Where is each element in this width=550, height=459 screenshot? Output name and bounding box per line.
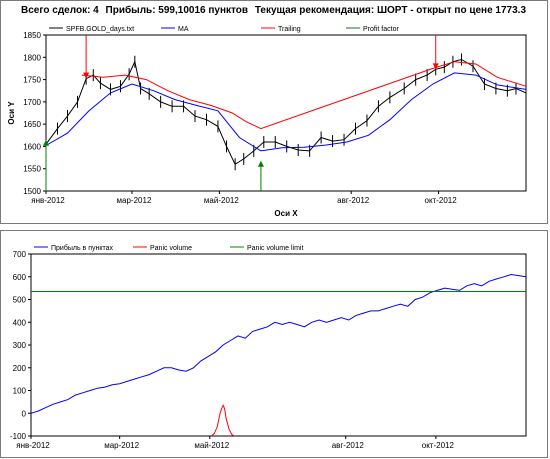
x-tick-label: май-2012: [204, 196, 239, 205]
y-tick-label: 1500: [23, 187, 41, 196]
legend-label: MA: [178, 26, 189, 33]
y-tick-label: 1650: [23, 120, 41, 129]
y-tick-label: 1800: [23, 53, 41, 62]
x-tick-label: май-2012: [194, 441, 229, 450]
y-tick-label: 1600: [23, 142, 41, 151]
y-tick-label: 300: [13, 341, 27, 350]
y-tick-label: -100: [10, 432, 27, 441]
x-tick-label: мар-2012: [104, 441, 139, 450]
price-chart-panel: Всего сделок: 4 Прибыль: 599,10016 пункт…: [0, 0, 548, 224]
x-tick-label: мар-2012: [117, 196, 152, 205]
y-tick-label: 1700: [23, 98, 41, 107]
y-tick-label: 1750: [23, 76, 41, 85]
x-tick-label: окт-2012: [425, 196, 458, 205]
plot-area: [30, 253, 527, 437]
legend-label: Panic volume limit: [247, 245, 303, 252]
y-tick-label: 400: [13, 318, 27, 327]
strategy-report-window: Всего сделок: 4 Прибыль: 599,10016 пункт…: [0, 0, 550, 458]
y-tick-label: 200: [13, 364, 27, 373]
y-tick-label: 500: [13, 296, 27, 305]
y-tick-label: 700: [13, 250, 27, 259]
y-tick-label: 100: [13, 387, 27, 396]
y-axis-title: Оси Y: [7, 101, 16, 125]
x-tick-label: авг-2012: [332, 441, 365, 450]
y-tick-label: 0: [22, 409, 27, 418]
x-tick-label: янв-2012: [16, 441, 50, 450]
x-tick-label: окт-2012: [422, 441, 455, 450]
legend-label: SPFB.GOLD_days.txt: [66, 26, 134, 33]
price-chart[interactable]: 1500 1550 1600 1650 1700 1750 1800 1850 янв-2012…: [1, 1, 549, 225]
legend-label: Profit factor: [363, 26, 399, 33]
x-tick-label: авг-2012: [337, 196, 370, 205]
x-axis-title: Оси X: [274, 209, 298, 218]
legend-label: Panic volume: [150, 245, 192, 252]
y-tick-label: 1850: [23, 31, 41, 40]
profit-chart[interactable]: -100 0 100 200 300 400 500 600 700 янв-2012 мар-20…: [1, 231, 549, 459]
profit-chart-panel: -100 0 100 200 300 400 500 600 700 янв-2012 мар-20…: [0, 230, 548, 458]
y-tick-label: 1550: [23, 165, 41, 174]
plot-area: [45, 34, 527, 192]
legend-label: Прибыль в пунктах: [51, 244, 114, 252]
legend-label: Trailing: [278, 26, 301, 33]
y-tick-label: 600: [13, 273, 27, 282]
x-tick-label: янв-2012: [31, 196, 65, 205]
